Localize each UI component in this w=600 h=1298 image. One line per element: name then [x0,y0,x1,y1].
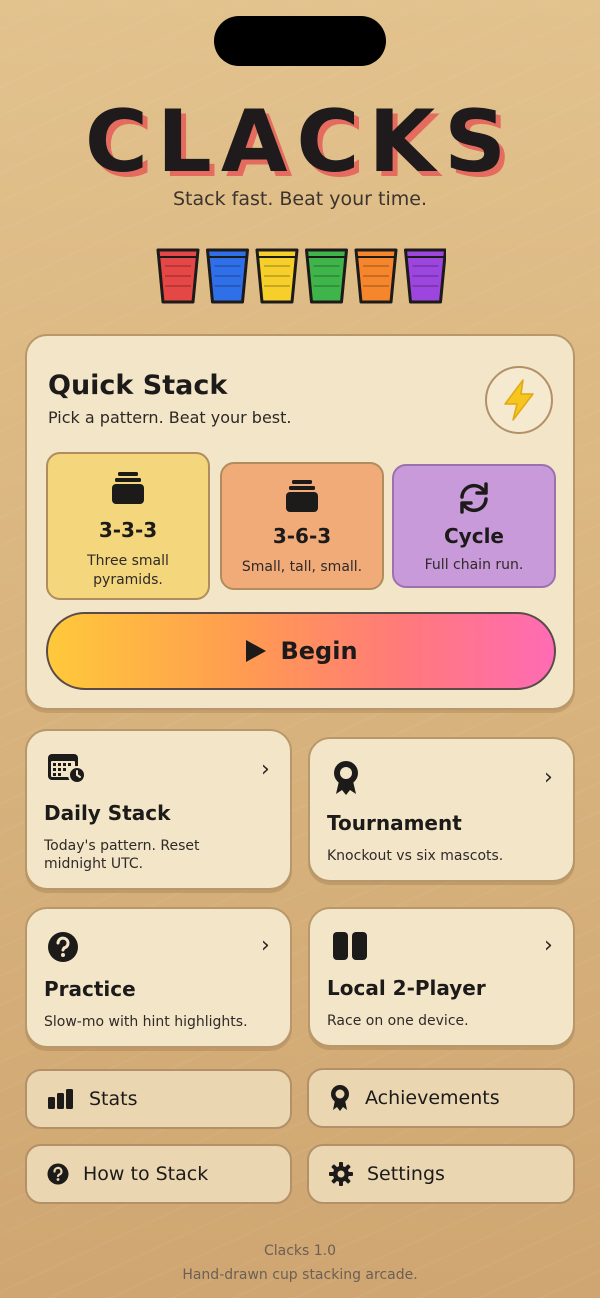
pattern-name: 3-6-3 [272,524,332,548]
cycle-icon [460,482,488,514]
quick-stack-card: Quick Stack Pick a pattern. Beat your be… [25,334,575,710]
mode-desc: Knockout vs six mascots. [327,848,504,864]
footer-version: Clacks 1.0 [263,1243,337,1259]
pattern-3-6-3[interactable]: 3-6-3 Small, tall, small. [220,462,384,590]
stats-label: Stats [89,1088,138,1110]
tournament-card[interactable]: › Tournament Knockout vs six mascots. [308,737,575,882]
achievements-label: Achievements [365,1087,500,1109]
cup-2 [206,248,249,304]
local-2-player-card[interactable]: › Local 2-Player Race on one device. [308,907,575,1047]
split-screen-icon [333,932,367,960]
lightning-icon[interactable] [485,366,553,434]
chevron-right-icon: › [544,933,553,958]
question-icon [47,1163,69,1185]
daily-stack-card[interactable]: › Daily Stack Today's pattern. Reset mid… [25,729,292,890]
pattern-desc: Full chain run. [424,557,524,573]
settings-button[interactable]: Settings [307,1144,575,1204]
cup-stack-icon [286,480,318,512]
achievements-button[interactable]: Achievements [307,1068,575,1128]
calendar-clock-icon [48,754,86,784]
mode-title: Local 2-Player [327,976,486,1000]
app-tagline: Stack fast. Beat your time. [173,188,427,210]
cup-6 [404,248,446,304]
quick-stack-title: Quick Stack [48,370,228,401]
how-to-stack-label: How to Stack [83,1163,209,1185]
dynamic-island [214,16,386,66]
cup-3 [255,248,299,304]
question-icon [48,932,78,962]
footer-tagline: Hand-drawn cup stacking arcade. [182,1267,418,1283]
award-icon [331,1085,349,1111]
chevron-right-icon: › [544,765,553,790]
mode-desc: Slow-mo with hint highlights. [44,1014,248,1030]
pattern-name: 3-3-3 [98,518,158,542]
settings-label: Settings [367,1163,445,1185]
practice-card[interactable]: › Practice Slow-mo with hint highlights. [25,907,292,1048]
pattern-name: Cycle [444,524,504,548]
chevron-right-icon: › [261,757,270,782]
mode-desc: Race on one device. [327,1013,469,1029]
begin-button[interactable]: Begin [46,612,556,690]
mode-title: Tournament [327,811,462,835]
mode-title: Daily Stack [44,801,171,825]
bar-chart-icon [48,1089,73,1109]
how-to-stack-button[interactable]: How to Stack [25,1144,292,1204]
pattern-3-3-3[interactable]: 3-3-3 Three small pyramids. [46,452,210,600]
cup-stack-icon [112,472,144,504]
cup-4 [305,248,348,304]
chevron-right-icon: › [261,933,270,958]
pattern-cycle[interactable]: Cycle Full chain run. [392,464,556,588]
pattern-desc: Small, tall, small. [241,559,363,575]
play-icon [246,640,267,662]
pattern-desc: Three small pyramids. [87,553,169,588]
gear-icon [329,1162,353,1186]
app-title: CLACKS [84,92,516,192]
cup-row-decoration [156,248,446,304]
quick-stack-subtitle: Pick a pattern. Beat your best. [48,408,292,427]
cup-1 [156,248,200,304]
mode-title: Practice [44,977,136,1001]
ribbon-icon [334,761,358,795]
begin-label: Begin [280,637,358,665]
cup-5 [354,248,398,304]
stats-button[interactable]: Stats [25,1069,292,1129]
mode-desc: Today's pattern. Reset midnight UTC. [44,838,200,872]
